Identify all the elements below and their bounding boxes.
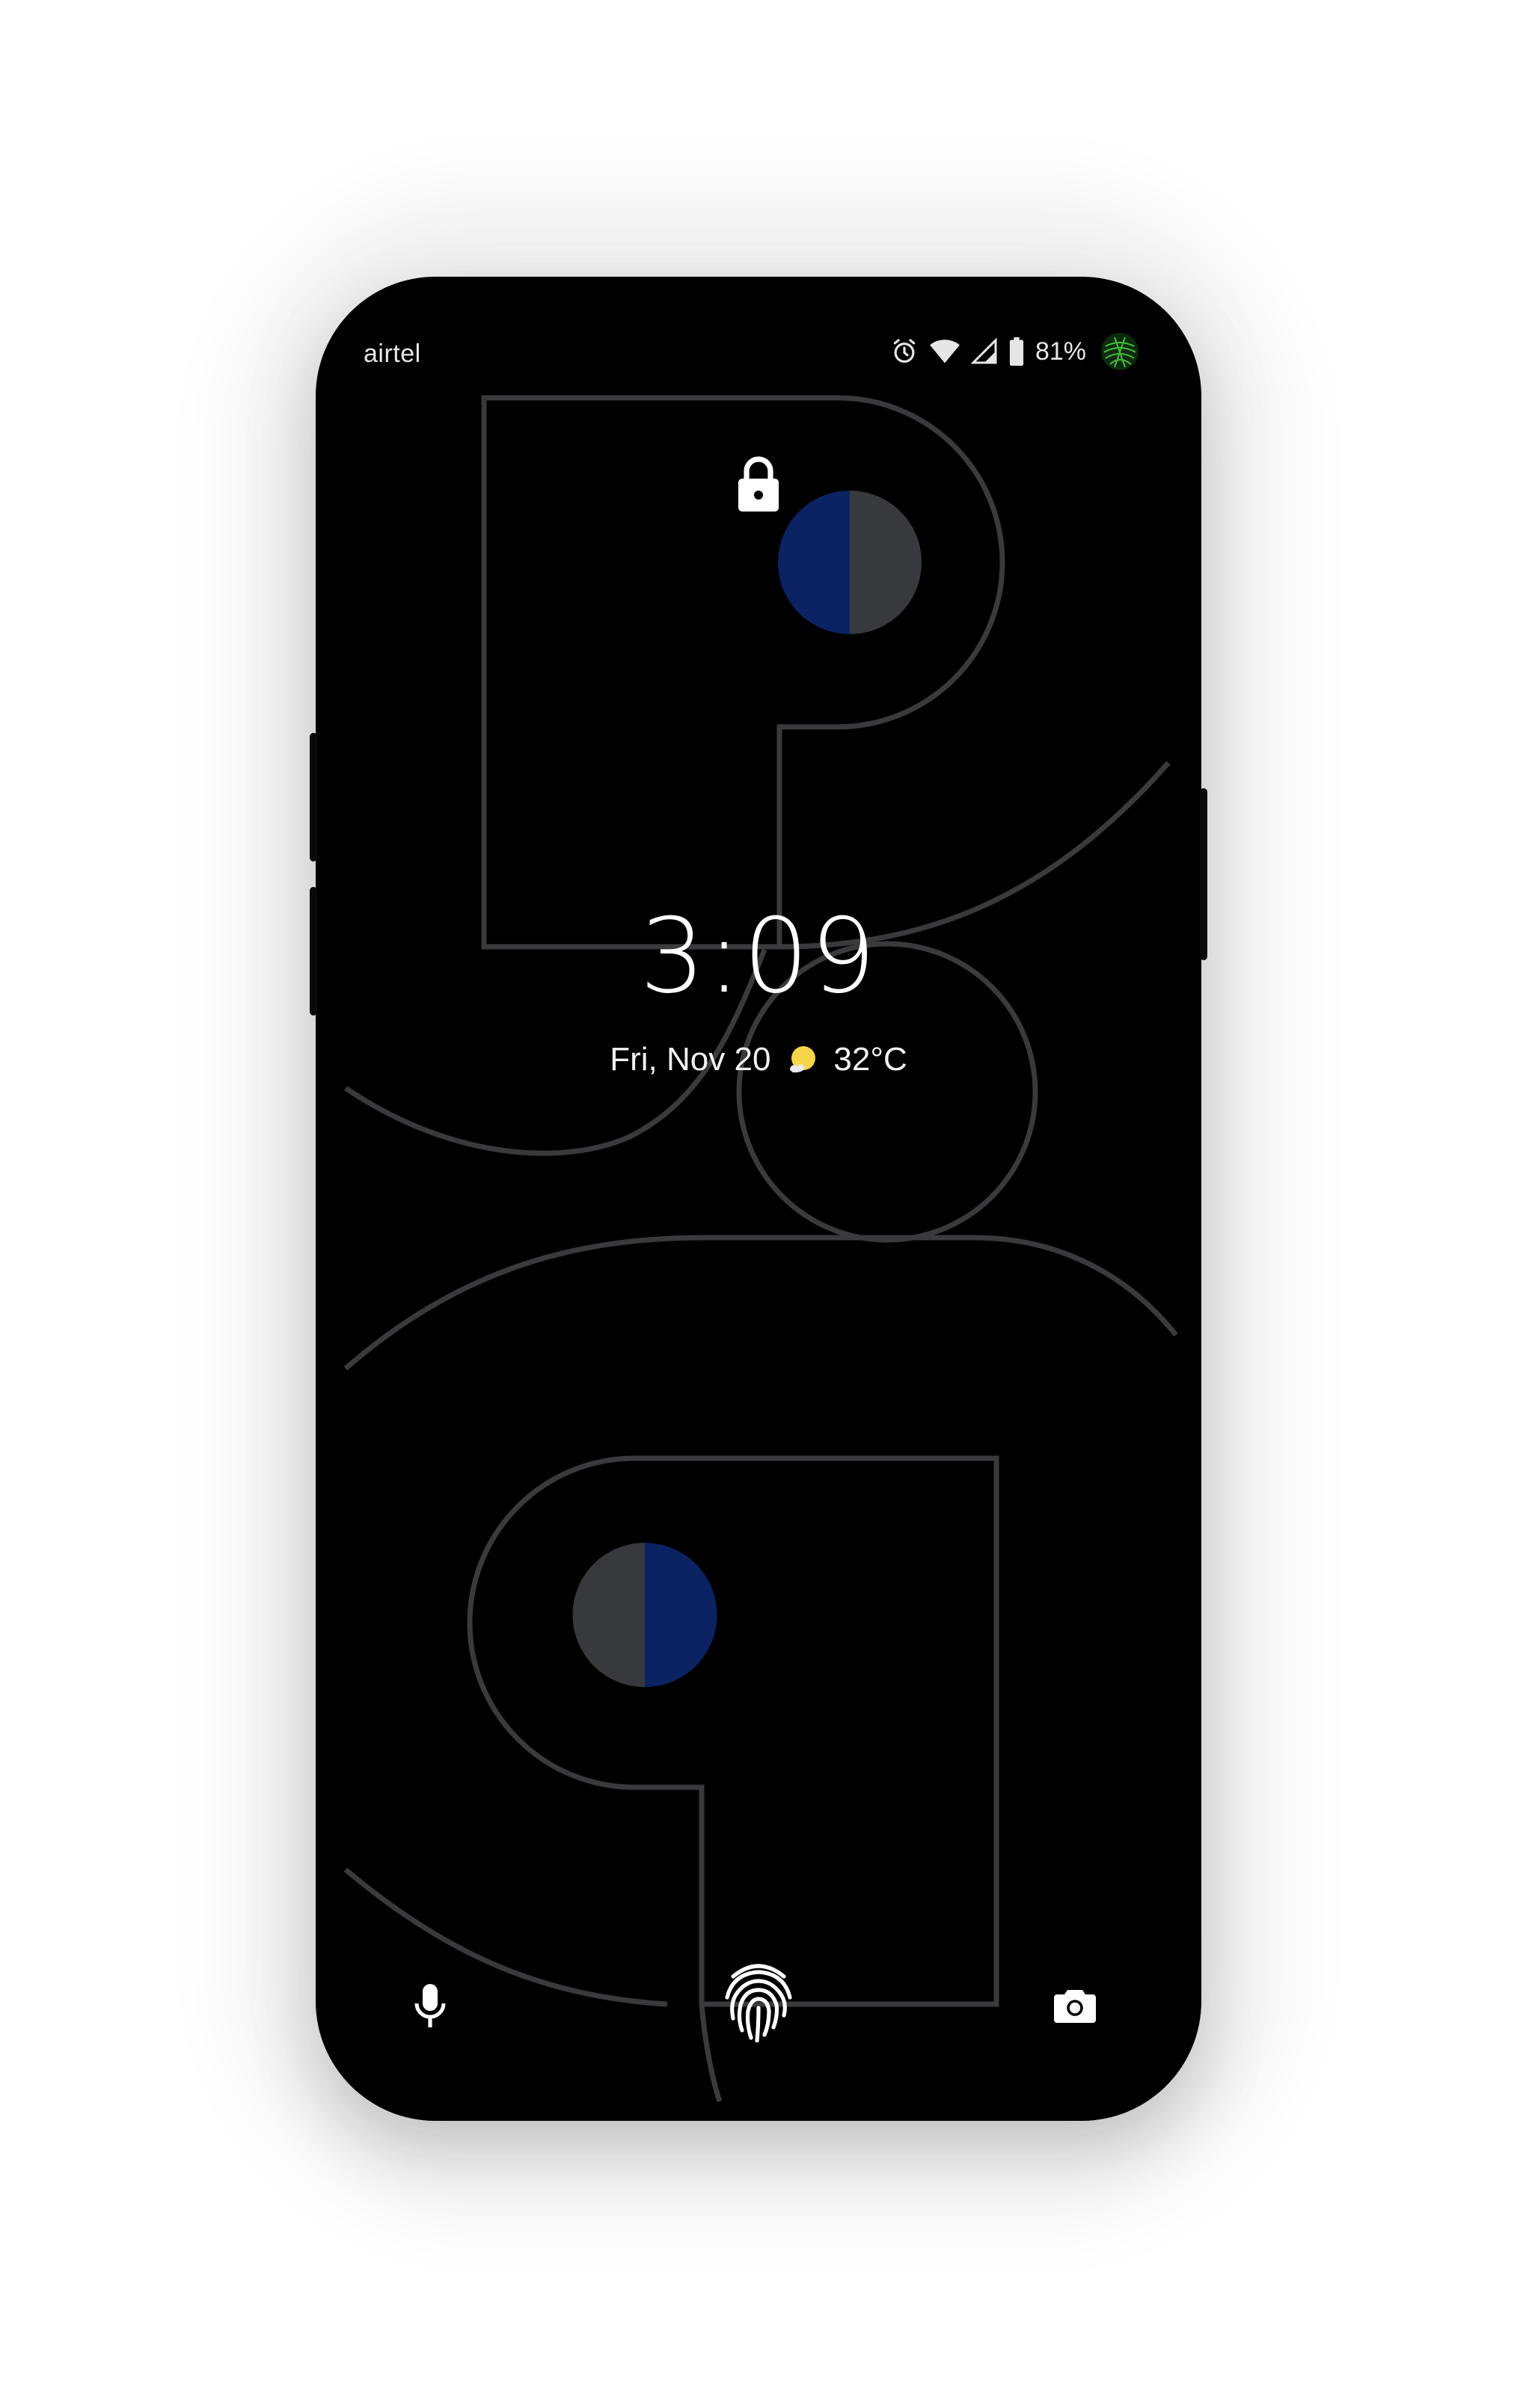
cell-signal-icon <box>970 338 997 364</box>
status-icons: 81% <box>890 333 1139 370</box>
wallpaper-accent-bottom <box>572 1543 717 1687</box>
wallpaper-line <box>467 1455 999 2007</box>
temperature-label: 32°C <box>833 1041 907 1078</box>
phone-device: airtel 81% 3:09 Fri, Nov 20 32°C <box>316 277 1201 2121</box>
wallpaper-accent-top <box>778 491 922 634</box>
lock-screen: airtel 81% 3:09 Fri, Nov 20 32°C <box>316 277 1201 2121</box>
battery-icon <box>1009 337 1024 366</box>
date-weather-row: Fri, Nov 20 32°C <box>316 1041 1201 1078</box>
wallpaper <box>343 395 1178 2103</box>
date-label: Fri, Nov 20 <box>610 1041 771 1078</box>
camera-icon <box>1054 1990 1096 2023</box>
partly-sunny-icon <box>790 1046 816 1073</box>
power-button <box>1200 788 1207 960</box>
camera-button[interactable] <box>1049 1979 1101 2031</box>
lock-icon <box>738 456 779 512</box>
avatar[interactable] <box>1101 333 1139 370</box>
fingerprint-icon <box>725 1964 792 2042</box>
clock-time: 3:09 <box>640 896 877 1016</box>
canvas: airtel 81% 3:09 Fri, Nov 20 32°C <box>0 0 1526 2408</box>
voice-assist-button[interactable] <box>404 1976 456 2036</box>
wallpaper-line <box>343 1867 668 2007</box>
wallpaper-line <box>699 2003 723 2103</box>
wifi-icon <box>930 340 960 363</box>
status-bar: airtel 81% <box>316 277 1201 374</box>
alarm-icon <box>893 339 916 363</box>
volume-up-button <box>310 733 317 861</box>
battery-percent: 81% <box>1035 337 1086 366</box>
wallpaper-line <box>343 1235 1178 1371</box>
volume-down-button <box>310 887 317 1016</box>
carrier-label: airtel <box>364 340 421 368</box>
mic-icon <box>414 1984 446 2027</box>
fingerprint-sensor[interactable] <box>720 1956 797 2045</box>
